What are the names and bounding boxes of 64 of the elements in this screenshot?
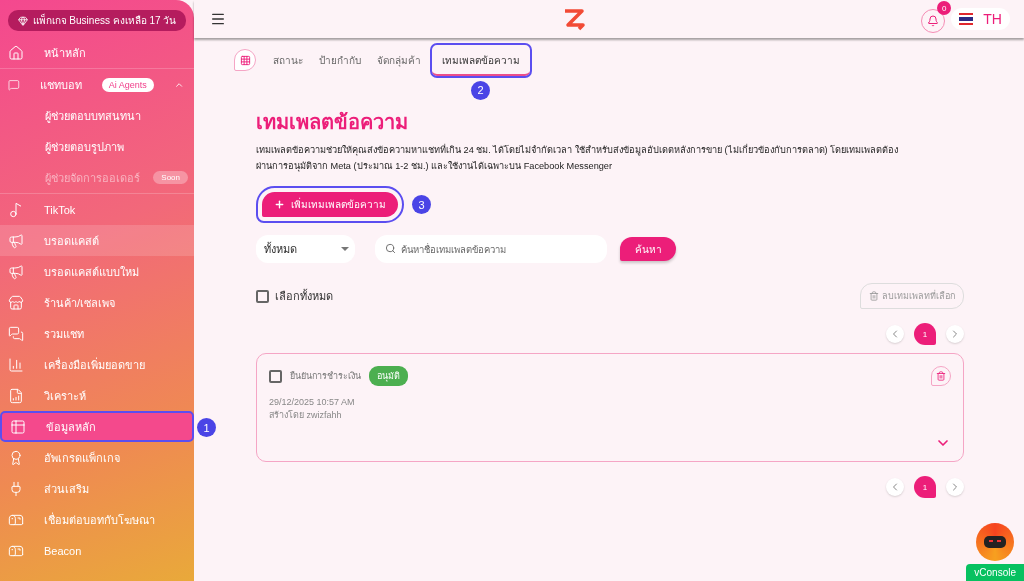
flag-icon <box>959 13 974 25</box>
sidebar-item[interactable]: TikTok <box>0 194 194 225</box>
vconsole-button[interactable]: vConsole <box>966 564 1024 581</box>
tab[interactable]: ป้ายกำกับ <box>314 46 366 74</box>
plan-text: แพ็กเกจ Business คงเหลือ 17 วัน <box>32 13 177 28</box>
status-badge: อนุมัติ <box>369 366 408 386</box>
select-all-checkbox[interactable]: เลือกทั้งหมด <box>256 287 333 305</box>
sidebar-item[interactable]: วิเคราะห์ <box>0 380 194 411</box>
sidebar-item[interactable]: ส่วนเสริม <box>0 473 194 504</box>
megaphone-icon <box>8 263 24 280</box>
music-note-icon <box>8 201 24 218</box>
step-number: 1 <box>197 418 216 437</box>
sidebar-item[interactable]: เชื่อมต่อบอทกับโฆษณา <box>0 504 194 535</box>
search-field[interactable]: ค้นหาชื่อเทมเพลตข้อความ <box>375 235 607 263</box>
template-checkbox[interactable] <box>269 369 282 383</box>
chat-bubbles-icon <box>8 325 24 342</box>
megaphone-icon <box>8 232 24 249</box>
chatbot-avatar-icon[interactable] <box>976 523 1014 561</box>
tab[interactable]: จัดกลุ่มค้า <box>372 46 426 74</box>
plug-icon <box>8 480 24 497</box>
template-name: ยืนยันการชำระเงิน <box>290 370 361 383</box>
home-icon <box>8 44 24 61</box>
page-button[interactable]: 1 <box>914 323 936 345</box>
trash-icon <box>869 291 879 301</box>
sidebar-item[interactable]: ข้อมูลหลัก <box>0 411 194 442</box>
sidebar-item[interactable]: บรอดแคสต์แบบใหม่ <box>0 256 194 287</box>
table-icon <box>10 418 26 435</box>
sidebar-item[interactable]: ร้านค้า/เซลเพจ <box>0 287 194 318</box>
sidebar-subitem[interactable]: ผู้ช่วยตอบรูปภาพ <box>0 131 194 162</box>
sidebar-item[interactable]: อัพเกรดแพ็กเกจ <box>0 442 194 473</box>
bar-chart-icon <box>8 356 24 373</box>
sidebar-item[interactable]: หน้าหลัก <box>0 37 194 68</box>
grid-menu-button[interactable] <box>234 49 256 71</box>
ai-agents-badge: Ai Agents <box>101 77 154 92</box>
tab[interactable]: สถานะ <box>268 46 308 74</box>
award-icon <box>8 449 24 466</box>
sidebar-item[interactable]: Beacon <box>0 535 194 566</box>
report-icon <box>8 387 24 404</box>
step-number: 2 <box>471 80 490 100</box>
grid-icon <box>239 54 251 66</box>
trash-icon <box>936 371 946 381</box>
sidebar-subitem[interactable]: ผู้ช่วยตอบบทสนทนา <box>0 100 194 131</box>
language-button[interactable]: TH <box>951 8 1010 30</box>
tab[interactable]: เทมเพลตข้อความ <box>432 44 530 76</box>
notification-count: 0 <box>937 1 952 15</box>
page-description: เทมเพลตข้อความช่วยให้คุณส่งข้อความหาแชทที่เกิน 24 ชม. ได้โดยไม่จำกัดเวลา ใช้สำหรับส่งข้อมูลอัปเดตหลังการขาย (ไม่เกี่ยวข้องกับการตลาด) โดยเทมเพลตต้องผ่านการอนุมัติจาก Meta (ประมาณ 1-2 ชม.) และใช้งานได้เฉพาะบน Facebook Messenger <box>256 143 900 174</box>
search-button[interactable]: ค้นหา <box>620 237 676 261</box>
sidebar-item[interactable]: แชทบอท Ai Agents <box>0 69 194 100</box>
sidebar-item[interactable]: รวมแชท <box>0 318 194 349</box>
page-title: เทมเพลตข้อความ <box>256 110 409 135</box>
page-button[interactable]: 1 <box>914 476 936 498</box>
sidebar-item[interactable]: เครื่องมือเพิ่มยอดขาย <box>0 349 194 380</box>
template-date: 29/12/2025 10:57 AM <box>269 396 356 409</box>
dropdown-caret-icon <box>341 247 349 251</box>
bell-icon <box>927 15 940 27</box>
diamond-icon <box>17 15 28 26</box>
menu-icon[interactable] <box>210 11 226 27</box>
sidebar-item[interactable]: บรอดแคสต์ <box>0 225 194 256</box>
step-number: 3 <box>412 195 431 214</box>
plus-icon <box>274 199 285 210</box>
template-author: สร้างโดย zwizfahh <box>269 409 343 422</box>
filter-dropdown[interactable]: ทั้งหมด <box>256 235 355 263</box>
store-icon <box>8 294 24 311</box>
soon-badge: Soon <box>153 171 188 184</box>
